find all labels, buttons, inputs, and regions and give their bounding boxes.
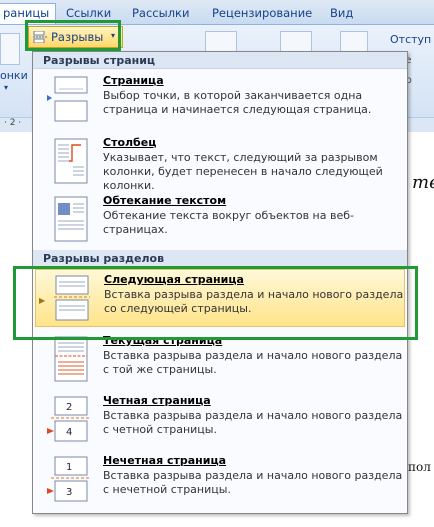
tab-view[interactable]: Вид bbox=[330, 4, 353, 22]
menu-item-desc: Выбор точки, в которой заканчивается одн… bbox=[103, 89, 372, 116]
tab-mailings[interactable]: Рассылки bbox=[132, 4, 189, 22]
text-wrapping-icon bbox=[54, 196, 88, 242]
indent-label: Отступ bbox=[390, 33, 432, 46]
page-breaks-header: Разрывы страниц bbox=[33, 52, 407, 69]
menu-item-column-break[interactable]: Столбец Указывает, что текст, следующий … bbox=[35, 133, 405, 193]
tab-review[interactable]: Рецензирование bbox=[212, 4, 312, 22]
menu-item-title: Столбец bbox=[103, 136, 157, 149]
menu-item-text-wrapping[interactable]: Обтекание текстом Обтекание текста вокру… bbox=[35, 191, 405, 251]
highlight-frame-next-page bbox=[13, 266, 418, 340]
even-page-break-icon: 2 4 bbox=[47, 396, 89, 442]
columns-icon[interactable] bbox=[0, 33, 20, 65]
menu-item-even-page[interactable]: 2 4 Четная страница Вставка разрыва разд… bbox=[35, 391, 405, 451]
doc-text-fragment-2: пол bbox=[408, 460, 431, 474]
continuous-break-icon bbox=[54, 336, 88, 382]
svg-text:3: 3 bbox=[66, 487, 72, 498]
svg-text:4: 4 bbox=[66, 427, 72, 438]
menu-item-title: Обтекание текстом bbox=[103, 194, 227, 207]
svg-text:1: 1 bbox=[66, 462, 72, 473]
columns-label: онки bbox=[0, 69, 28, 82]
menu-item-desc: Вставка разрыва раздела и начало нового … bbox=[103, 409, 403, 436]
menu-item-page-break[interactable]: Страница Выбор точки, в которой заканчив… bbox=[35, 71, 405, 131]
menu-item-desc: Вставка разрыва раздела и начало нового … bbox=[103, 469, 403, 496]
doc-text-fragment: те. bbox=[412, 172, 434, 193]
chevron-down-icon: ▾ bbox=[4, 83, 9, 92]
menu-item-desc: Обтекание текста вокруг объектов на веб-… bbox=[103, 209, 354, 236]
menu-item-title: Страница bbox=[103, 74, 164, 87]
highlight-frame-breaks-button bbox=[25, 20, 121, 51]
menu-item-continuous[interactable]: Текущая страница Вставка разрыва раздела… bbox=[35, 331, 405, 391]
menu-item-title: Нечетная страница bbox=[103, 454, 227, 467]
column-break-icon bbox=[54, 138, 88, 184]
menu-item-desc: Указывает, что текст, следующий за разры… bbox=[103, 151, 383, 192]
page-break-icon bbox=[47, 76, 88, 122]
svg-text:2: 2 bbox=[66, 402, 72, 413]
menu-item-title: Четная страница bbox=[103, 394, 211, 407]
menu-item-desc: Вставка разрыва раздела и начало нового … bbox=[103, 349, 403, 376]
odd-page-break-icon: 1 3 bbox=[47, 456, 89, 502]
menu-item-odd-page[interactable]: 1 3 Нечетная страница Вставка разрыва ра… bbox=[35, 451, 405, 511]
section-breaks-header: Разрывы разделов bbox=[33, 250, 407, 267]
